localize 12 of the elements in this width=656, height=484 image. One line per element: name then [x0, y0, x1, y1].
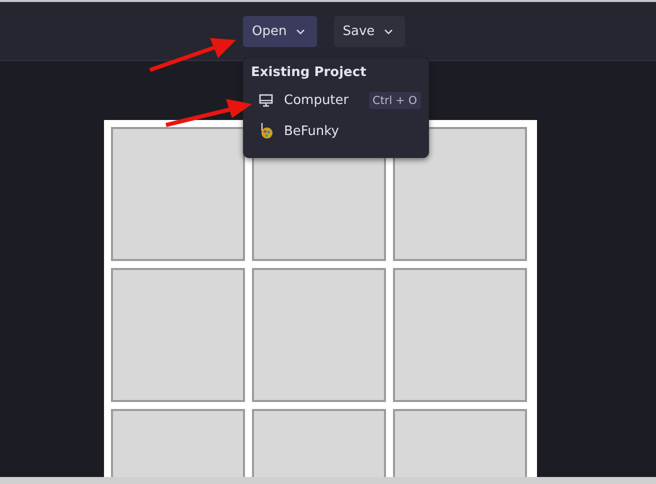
- photo-slot[interactable]: [393, 127, 527, 261]
- caret-icon: [384, 28, 393, 34]
- shortcut-badge: Ctrl + O: [368, 92, 421, 108]
- monitor-icon: [259, 94, 273, 106]
- palette-icon: [259, 123, 273, 139]
- menu-item[interactable]: Computer Ctrl + O: [251, 90, 421, 110]
- toolbar-button[interactable]: Open: [243, 16, 317, 47]
- menu-heading: Existing Project: [251, 65, 368, 80]
- caret-icon: [296, 28, 305, 34]
- horizontal-scrollbar[interactable]: [0, 477, 656, 484]
- menu-item[interactable]: BeFunky: [251, 121, 421, 141]
- toolbar-button[interactable]: Save: [334, 16, 405, 47]
